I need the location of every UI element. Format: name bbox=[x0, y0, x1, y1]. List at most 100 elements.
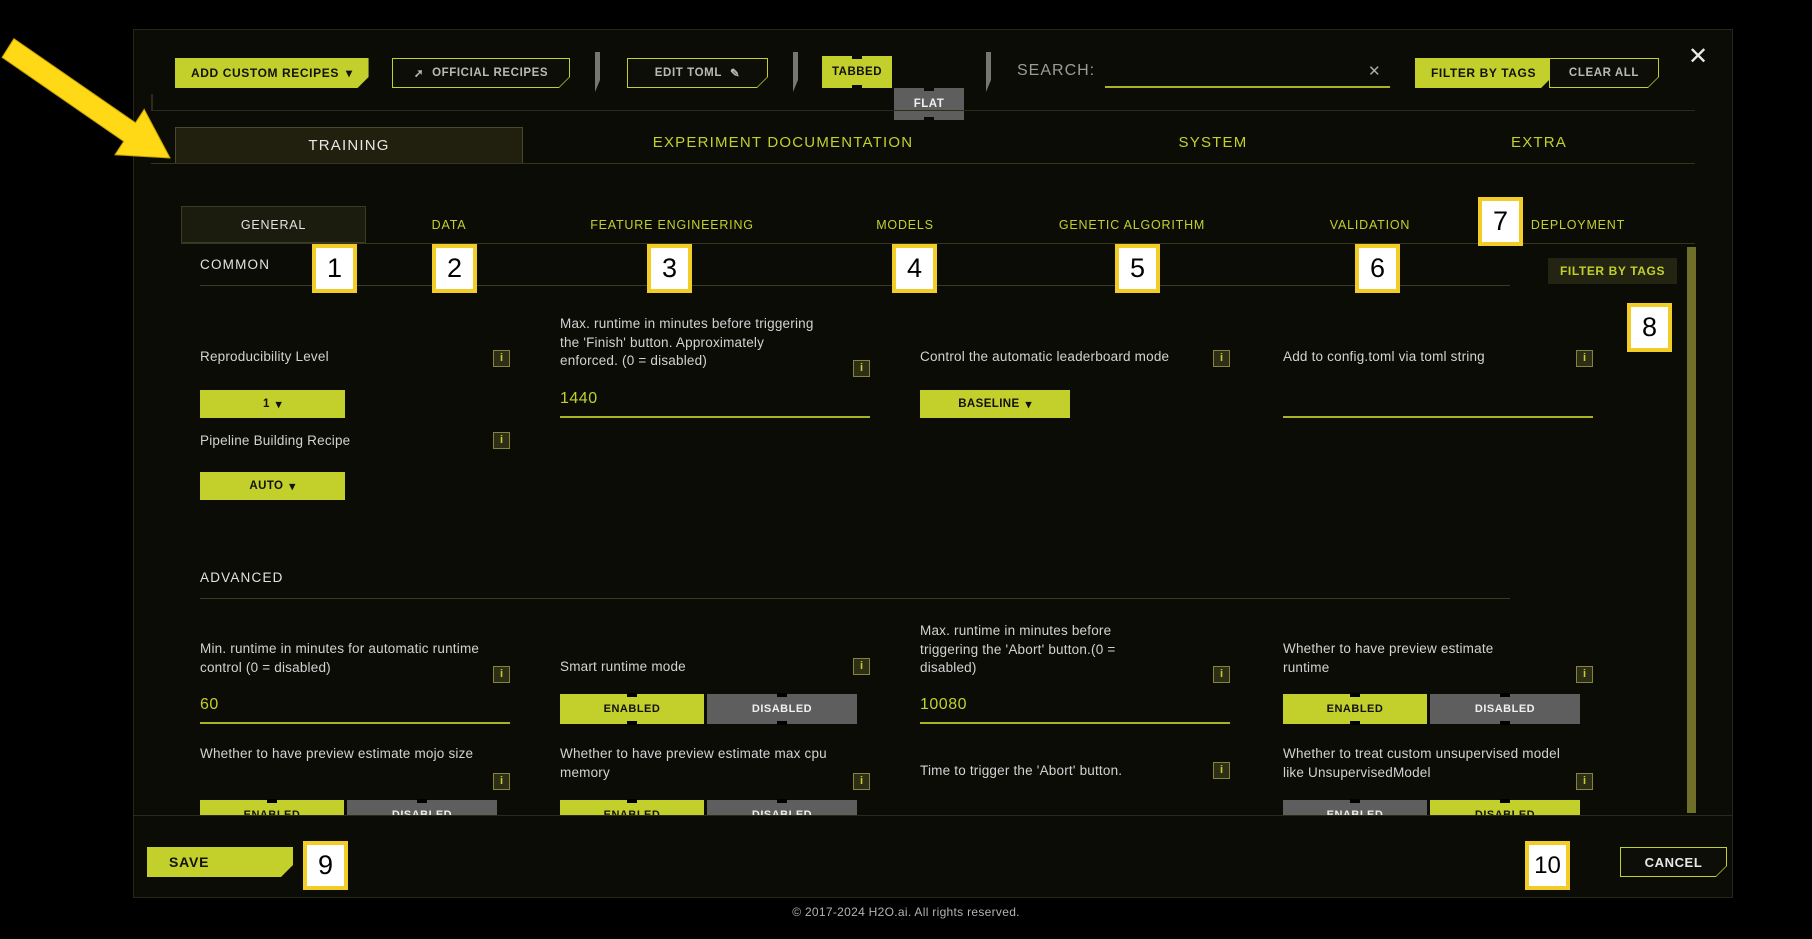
field-label: Whether to have preview estimate max cpu… bbox=[560, 745, 840, 782]
info-icon[interactable]: i bbox=[493, 666, 510, 683]
view-toggle-tabbed[interactable]: TABBED bbox=[822, 56, 892, 88]
cancel-button[interactable]: CANCEL bbox=[1620, 847, 1727, 877]
toggle-disabled-button[interactable]: DISABLED bbox=[1430, 694, 1580, 724]
field-label: Control the automatic leaderboard mode bbox=[920, 348, 1200, 367]
tab-system[interactable]: SYSTEM bbox=[1179, 134, 1248, 151]
toggle-enabled-button[interactable]: ENABLED bbox=[560, 694, 704, 724]
annotation-box-10: 10 bbox=[1525, 841, 1570, 890]
info-icon[interactable]: i bbox=[853, 658, 870, 675]
field-label: Max. runtime in minutes before triggerin… bbox=[920, 622, 1165, 678]
search-input[interactable] bbox=[1105, 60, 1390, 88]
field-label: Pipeline Building Recipe bbox=[200, 432, 440, 451]
info-icon[interactable]: i bbox=[1213, 762, 1230, 779]
section-header-advanced: ADVANCED bbox=[200, 570, 1510, 599]
dropdown-value: 1 bbox=[263, 398, 270, 410]
field-config-toml: Add to config.toml via toml string i bbox=[1283, 348, 1593, 478]
field-label: Whether to treat custom unsupervised mod… bbox=[1283, 745, 1563, 782]
toggle-disabled-button[interactable]: DISABLED bbox=[347, 800, 497, 815]
caret-down-icon: ▾ bbox=[276, 397, 282, 411]
edit-toml-label: EDIT TOML bbox=[655, 67, 722, 79]
reproducibility-level-dropdown[interactable]: 1 ▾ bbox=[200, 390, 345, 418]
info-icon[interactable]: i bbox=[1576, 350, 1593, 367]
filter-by-tags-button[interactable]: FILTER BY TAGS bbox=[1415, 58, 1552, 88]
official-recipes-button[interactable]: ➚ OFFICIAL RECIPES bbox=[392, 58, 570, 88]
toggle-enabled-button[interactable]: ENABLED bbox=[1283, 800, 1427, 815]
info-icon[interactable]: i bbox=[493, 432, 510, 449]
caret-down-icon: ▾ bbox=[346, 66, 353, 80]
clear-all-label: CLEAR ALL bbox=[1569, 67, 1639, 79]
info-icon[interactable]: i bbox=[493, 350, 510, 367]
save-button[interactable]: SAVE bbox=[147, 847, 293, 877]
annotation-box-8: 8 bbox=[1627, 303, 1672, 352]
copyright-text: © 2017-2024 H2O.ai. All rights reserved. bbox=[0, 905, 1812, 919]
toggle-enabled-button[interactable]: ENABLED bbox=[1283, 694, 1427, 724]
field-preview-estimate-cpu-memory: Whether to have preview estimate max cpu… bbox=[560, 745, 870, 815]
toggle-disabled-button[interactable]: DISABLED bbox=[707, 800, 857, 815]
toggle-enabled-button[interactable]: ENABLED bbox=[560, 800, 704, 815]
section-header-common: COMMON bbox=[200, 257, 1510, 286]
filter-by-tags-label: FILTER BY TAGS bbox=[1431, 66, 1536, 80]
close-icon[interactable]: ✕ bbox=[1688, 46, 1708, 68]
subtab-deployment[interactable]: DEPLOYMENT bbox=[1531, 218, 1625, 232]
info-icon[interactable]: i bbox=[853, 360, 870, 377]
subtab-data[interactable]: DATA bbox=[432, 218, 467, 232]
min-runtime-input[interactable]: 60 bbox=[200, 696, 510, 724]
toggle-enabled-label: ENABLED bbox=[604, 703, 661, 715]
preview-mojo-toggle: ENABLED DISABLED bbox=[200, 800, 497, 815]
subtab-feature-engineering[interactable]: FEATURE ENGINEERING bbox=[590, 218, 754, 232]
tab-training[interactable]: TRAINING bbox=[175, 127, 523, 164]
annotation-box-6: 6 bbox=[1355, 244, 1400, 293]
smart-runtime-toggle: ENABLED DISABLED bbox=[560, 694, 857, 724]
config-toml-input[interactable] bbox=[1283, 390, 1593, 418]
official-recipes-label: OFFICIAL RECIPES bbox=[432, 67, 548, 79]
content-bottom-divider bbox=[133, 815, 1733, 816]
annotation-box-4: 4 bbox=[892, 244, 937, 293]
field-label: Time to trigger the 'Abort' button. bbox=[920, 762, 1200, 781]
settings-content: FILTER BY TAGS COMMON Reproducibility Le… bbox=[0, 244, 1812, 815]
tabbed-label: TABBED bbox=[832, 66, 882, 78]
info-icon[interactable]: i bbox=[1213, 350, 1230, 367]
field-max-runtime-finish: Max. runtime in minutes before triggerin… bbox=[560, 315, 870, 445]
toggle-disabled-button[interactable]: DISABLED bbox=[1430, 800, 1580, 815]
annotation-box-1: 1 bbox=[312, 244, 357, 293]
dropdown-value: BASELINE bbox=[958, 398, 1019, 410]
info-icon[interactable]: i bbox=[1213, 666, 1230, 683]
field-time-trigger-abort: Time to trigger the 'Abort' button. i bbox=[920, 762, 1230, 815]
content-filter-by-tags-button[interactable]: FILTER BY TAGS bbox=[1548, 258, 1677, 284]
view-toggle-flat[interactable]: FLAT bbox=[894, 88, 964, 120]
field-label: Add to config.toml via toml string bbox=[1283, 348, 1545, 367]
search-clear-icon[interactable]: ✕ bbox=[1368, 62, 1381, 80]
toolbar-divider bbox=[151, 110, 1695, 111]
field-leaderboard-mode: Control the automatic leaderboard mode i… bbox=[920, 348, 1230, 478]
add-custom-recipes-label: ADD CUSTOM RECIPES bbox=[191, 66, 339, 80]
annotation-box-9: 9 bbox=[303, 841, 348, 890]
subtab-models[interactable]: MODELS bbox=[876, 218, 934, 232]
subtab-genetic-algorithm[interactable]: GENETIC ALGORITHM bbox=[1059, 218, 1205, 232]
toggle-disabled-button[interactable]: DISABLED bbox=[707, 694, 857, 724]
pipeline-recipe-dropdown[interactable]: AUTO ▾ bbox=[200, 472, 345, 500]
info-icon[interactable]: i bbox=[1576, 666, 1593, 683]
edit-toml-button[interactable]: EDIT TOML ✎ bbox=[627, 58, 768, 88]
info-icon[interactable]: i bbox=[1576, 773, 1593, 790]
toggle-enabled-button[interactable]: ENABLED bbox=[200, 800, 344, 815]
max-runtime-finish-input[interactable]: 1440 bbox=[560, 390, 870, 418]
tab-experiment-documentation[interactable]: EXPERIMENT DOCUMENTATION bbox=[653, 134, 913, 151]
info-icon[interactable]: i bbox=[853, 773, 870, 790]
preview-cpu-toggle: ENABLED DISABLED bbox=[560, 800, 857, 815]
info-icon[interactable]: i bbox=[493, 773, 510, 790]
subtab-general[interactable]: GENERAL bbox=[181, 206, 366, 243]
pointer-arrow bbox=[0, 18, 200, 178]
cancel-label: CANCEL bbox=[1645, 855, 1703, 870]
tabs-divider bbox=[151, 163, 1695, 164]
max-runtime-abort-input[interactable]: 10080 bbox=[920, 696, 1230, 724]
vertical-scrollbar[interactable] bbox=[1687, 247, 1696, 813]
leaderboard-mode-dropdown[interactable]: BASELINE ▾ bbox=[920, 390, 1070, 418]
subtab-general-label: GENERAL bbox=[241, 218, 306, 232]
flat-label: FLAT bbox=[914, 98, 945, 110]
caret-down-icon: ▾ bbox=[289, 479, 295, 493]
clear-all-button[interactable]: CLEAR ALL bbox=[1549, 58, 1659, 88]
subtab-validation[interactable]: VALIDATION bbox=[1330, 218, 1410, 232]
pencil-icon: ✎ bbox=[730, 66, 740, 80]
add-custom-recipes-button[interactable]: ADD CUSTOM RECIPES ▾ bbox=[175, 58, 369, 88]
tab-extra[interactable]: EXTRA bbox=[1511, 134, 1567, 151]
